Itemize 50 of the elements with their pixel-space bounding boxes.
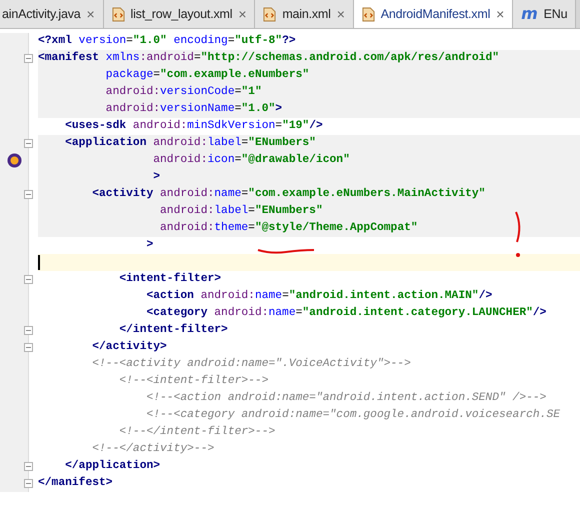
code-line: <!--<intent-filter>-->: [118, 374, 268, 390]
code-line: >: [145, 238, 154, 254]
code-line: <manifest xmlns:android="http://schemas.android.com/apk/res/android": [38, 50, 500, 66]
close-icon[interactable]: ×: [238, 7, 246, 21]
code-line: android:icon="@drawable/icon": [152, 152, 350, 168]
fold-icon[interactable]: [24, 139, 33, 148]
editor-tab[interactable]: AndroidManifest.xml ×: [354, 0, 514, 28]
class-icon: m: [521, 6, 538, 22]
fold-icon[interactable]: [24, 275, 33, 284]
editor-tab[interactable]: list_row_layout.xml ×: [104, 0, 256, 28]
code-line: </intent-filter>: [118, 322, 228, 338]
code-line: <?xml version="1.0" encoding="utf-8"?>: [38, 34, 296, 50]
text-cursor: [38, 255, 40, 270]
xml-file-icon: [263, 6, 276, 22]
xml-file-icon: [362, 6, 375, 22]
close-icon[interactable]: ×: [336, 7, 345, 21]
code-line: </manifest>: [38, 476, 113, 492]
fold-icon[interactable]: [24, 462, 33, 471]
xml-file-icon: [112, 6, 125, 22]
code-line: <!--</intent-filter>-->: [118, 424, 276, 440]
code-line: <category android:name="android.intent.category.LAUNCHER"/>: [145, 306, 546, 322]
code-line: <intent-filter>: [118, 272, 222, 288]
hand-drawn-underline: [256, 247, 316, 255]
breakpoint-icon[interactable]: [6, 153, 22, 168]
editor-tab[interactable]: main.xml ×: [255, 0, 354, 28]
fold-icon[interactable]: [24, 343, 33, 352]
close-icon[interactable]: ×: [496, 7, 504, 21]
code-line: android:versionName="1.0">: [104, 102, 282, 118]
fold-icon[interactable]: [24, 479, 33, 488]
code-line: </activity>: [91, 340, 167, 356]
editor-tab[interactable]: ainActivity.java ×: [0, 0, 104, 28]
code-line: </application>: [64, 458, 160, 474]
code-line: package="com.example.eNumbers": [104, 68, 310, 84]
code-line: android:theme="@style/Theme.AppCompat": [159, 220, 418, 236]
code-line: <!--</activity>-->: [91, 442, 214, 458]
code-line: <application android:label="ENumbers": [64, 136, 316, 152]
code-line: <!--<activity android:name=".VoiceActivity">-->: [91, 356, 411, 372]
fold-icon[interactable]: [24, 54, 33, 63]
code-line: <action android:name="android.intent.action.MAIN"/>: [145, 288, 492, 304]
close-icon[interactable]: ×: [86, 7, 95, 21]
code-line: >: [152, 170, 160, 186]
code-line: <!--<action android:name="android.intent.action.SEND" />-->: [145, 390, 546, 406]
code-line: android:label="ENumbers": [159, 204, 323, 220]
code-line: <activity android:name="com.example.eNumbers.MainActivity": [91, 186, 486, 202]
code-line: android:versionCode="1": [104, 84, 262, 100]
editor-tab[interactable]: m ENu: [513, 0, 576, 28]
fold-icon[interactable]: [24, 326, 33, 335]
code-line: <!--<category android:name="com.google.android.voicesearch.SE: [145, 408, 560, 424]
code-line: <uses-sdk android:minSdkVersion="19"/>: [64, 118, 323, 134]
fold-icon[interactable]: [24, 190, 33, 199]
